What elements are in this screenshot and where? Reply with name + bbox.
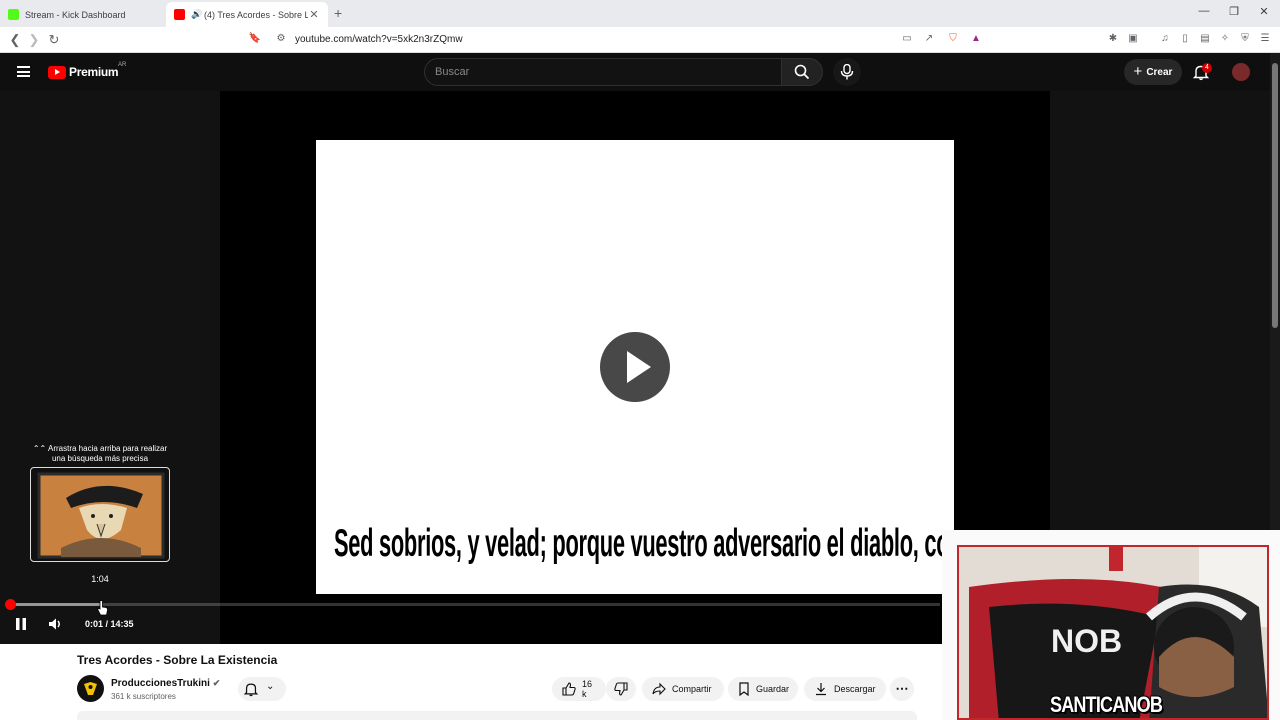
like-count: 16 k	[582, 679, 593, 699]
reload-button[interactable]: ↻	[46, 32, 62, 48]
channel-name[interactable]: ProduccionesTrukini ✔	[111, 678, 220, 689]
seek-hint: ⌃⌃ Arrastra hacia arriba para realizar u…	[30, 444, 170, 464]
subscription-bell-button[interactable]: ⌄	[238, 677, 286, 701]
tab-search-icon[interactable]: ▣	[1126, 33, 1140, 47]
share-arrow-icon	[652, 682, 666, 696]
maximize-button[interactable]: ❐	[1224, 5, 1244, 18]
bell-icon	[243, 683, 259, 697]
progress-bar[interactable]	[10, 603, 940, 606]
seek-hint-text: Arrastra hacia arriba para realizar una …	[48, 444, 168, 463]
share-button[interactable]: Compartir	[642, 677, 724, 701]
extensions-icon[interactable]: ✱	[1106, 33, 1120, 47]
region-code: AR	[118, 62, 127, 68]
search-input[interactable]: Buscar	[424, 58, 782, 86]
search-icon	[794, 64, 810, 80]
save-label: Guardar	[756, 684, 790, 694]
bookmark-icon[interactable]: 🔖	[248, 33, 262, 47]
back-button[interactable]: ❮	[7, 32, 23, 48]
browser-tab-bar: Stream - Kick Dashboard 🔊 (4) Tres Acord…	[0, 0, 1280, 27]
shirt-text: NOB	[1051, 623, 1123, 659]
logo-text: Premium	[69, 65, 119, 79]
channel-avatar[interactable]	[77, 675, 104, 702]
rewards-icon[interactable]: ▲	[969, 33, 983, 47]
close-window-button[interactable]: ✕	[1254, 5, 1274, 18]
account-avatar[interactable]	[1232, 63, 1250, 81]
dislike-button[interactable]	[606, 677, 636, 701]
youtube-favicon-icon	[174, 9, 185, 20]
tab-youtube[interactable]: 🔊 (4) Tres Acordes - Sobre La Existencia…	[166, 2, 328, 27]
video-subtitle-text: Sed sobrios, y velad; porque vuestro adv…	[334, 522, 954, 565]
thumbs-down-icon	[614, 682, 628, 696]
share-icon[interactable]: ↗	[922, 33, 936, 47]
sidebar-icon[interactable]: ▯	[1178, 33, 1192, 47]
youtube-header: Premium AR Buscar + Crear 4	[0, 53, 1270, 91]
cast-icon[interactable]: ▭	[900, 33, 914, 47]
tab-title: Stream - Kick Dashboard	[25, 9, 126, 20]
thumbs-up-icon	[562, 682, 576, 696]
like-button[interactable]: 16 k	[552, 677, 606, 701]
search-button[interactable]	[781, 58, 823, 86]
channel-logo-icon	[77, 675, 104, 702]
verified-icon: ✔	[212, 678, 221, 688]
menu-icon[interactable]: ☰	[1258, 33, 1272, 47]
streamer-name: SANTICANOB	[1050, 692, 1163, 717]
bookmark-icon	[739, 682, 749, 696]
hand-cursor-icon	[97, 600, 108, 616]
download-icon	[816, 683, 826, 696]
create-button[interactable]: + Crear	[1124, 59, 1182, 85]
cartoon-character-preview	[37, 472, 165, 559]
save-button[interactable]: Guardar	[728, 677, 798, 701]
forward-button[interactable]: ❯	[26, 32, 42, 48]
hamburger-menu-icon[interactable]	[17, 66, 30, 77]
url-field[interactable]: youtube.com/watch?v=5xk2n3rZQmw	[295, 34, 463, 45]
subscriber-count: 361 k suscriptores	[111, 692, 176, 701]
voice-search-button[interactable]	[833, 58, 861, 86]
media-icon[interactable]: ♫	[1158, 33, 1172, 47]
pause-icon[interactable]	[13, 616, 29, 632]
site-settings-icon[interactable]: ⚙	[274, 33, 288, 47]
tab-title: (4) Tres Acordes - Sobre La Existencia	[204, 9, 308, 20]
address-bar: ❮ ❯ ↻ 🔖 ⚙ youtube.com/watch?v=5xk2n3rZQm…	[0, 27, 1280, 53]
youtube-premium-logo[interactable]: Premium	[48, 65, 119, 79]
download-button[interactable]: Descargar	[804, 677, 886, 701]
minimize-button[interactable]: —	[1194, 5, 1214, 17]
speaker-icon[interactable]: 🔊	[191, 9, 202, 20]
volume-icon[interactable]	[47, 616, 63, 632]
leo-icon[interactable]: ✧	[1218, 33, 1232, 47]
scrollbar-thumb[interactable]	[1272, 63, 1278, 328]
scrubber-handle[interactable]	[5, 599, 16, 610]
notification-badge: 4	[1202, 63, 1212, 73]
share-label: Compartir	[672, 684, 712, 694]
brave-shield-icon[interactable]: ⛉	[946, 33, 960, 47]
double-chevron-up-icon: ⌃⌃	[32, 444, 47, 453]
time-display: 0:01 / 14:35	[85, 619, 134, 629]
new-tab-button[interactable]: +	[334, 5, 342, 21]
microphone-icon	[840, 64, 854, 80]
progress-hover-fill	[10, 603, 102, 606]
description-box[interactable]	[77, 711, 917, 720]
more-actions-button[interactable]: ⋯	[890, 677, 914, 701]
create-label: Crear	[1146, 66, 1173, 78]
plus-icon: +	[1133, 63, 1143, 80]
vpn-icon[interactable]: ⛨	[1238, 33, 1252, 47]
seek-preview-thumbnail	[30, 467, 170, 562]
tab-kick-dashboard[interactable]: Stream - Kick Dashboard	[0, 2, 166, 27]
play-button-icon[interactable]	[600, 332, 670, 402]
download-label: Descargar	[834, 684, 876, 694]
close-tab-icon[interactable]: ✕	[308, 8, 320, 21]
seek-preview-time: 1:04	[91, 574, 109, 584]
wallet-icon[interactable]: ▤	[1198, 33, 1212, 47]
video-title: Tres Acordes - Sobre La Existencia	[77, 653, 278, 667]
chevron-down-icon: ⌄	[266, 681, 275, 692]
channel-name-text: ProduccionesTrukini	[111, 678, 210, 689]
youtube-logo-icon	[48, 65, 66, 79]
kick-favicon-icon	[8, 9, 19, 20]
more-horizontal-icon: ⋯	[895, 681, 909, 696]
